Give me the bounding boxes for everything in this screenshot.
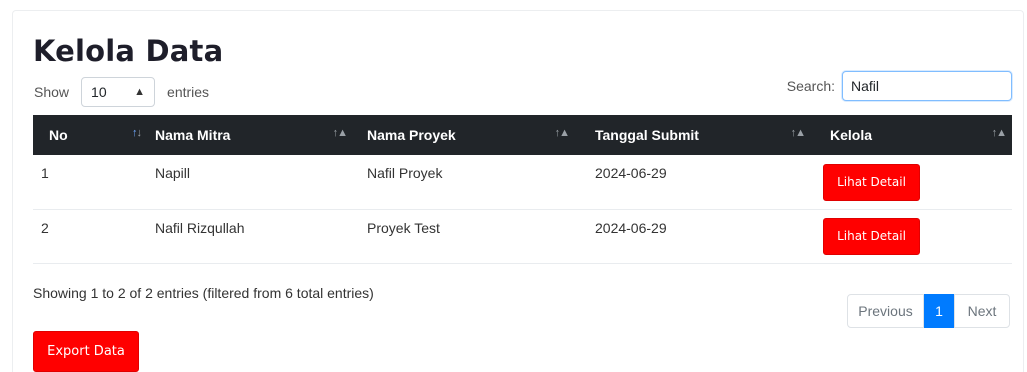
column-label: Tanggal Submit xyxy=(595,127,699,143)
column-header-nama-mitra[interactable]: Nama Mitra ↑▲ xyxy=(147,115,353,155)
entries-select-value: 10 xyxy=(91,84,107,100)
entries-label: entries xyxy=(167,84,210,100)
table-info: Showing 1 to 2 of 2 entries (filtered fr… xyxy=(33,285,374,301)
pagination: Previous 1 Next xyxy=(847,294,1010,328)
cell-nama-mitra: Nafil Rizqullah xyxy=(155,219,245,236)
pagination-next[interactable]: Next xyxy=(954,294,1010,328)
cell-nama-proyek: Proyek Test xyxy=(367,219,440,236)
cell-kelola: Lihat Detail xyxy=(811,209,1012,263)
show-label: Show xyxy=(34,84,70,100)
search-label: Search: xyxy=(786,78,835,94)
data-table: No ↑↓ Nama Mitra ↑▲ Nama Proyek ↑▲ Tangg… xyxy=(33,115,1012,264)
table-header-row: No ↑↓ Nama Mitra ↑▲ Nama Proyek ↑▲ Tangg… xyxy=(33,115,1012,155)
lihat-detail-button[interactable]: Lihat Detail xyxy=(823,217,920,255)
column-label: No xyxy=(49,127,68,143)
column-header-kelola[interactable]: Kelola ↑▲ xyxy=(811,115,1012,155)
export-data-button[interactable]: Export Data xyxy=(33,331,139,372)
page-title: Kelola Data xyxy=(33,34,224,68)
column-label: Kelola xyxy=(830,127,873,143)
column-header-no[interactable]: No ↑↓ xyxy=(33,115,147,155)
length-menu: Show 10 ▲︎ entries xyxy=(34,77,209,107)
column-header-nama-proyek[interactable]: Nama Proyek ↑▲ xyxy=(353,115,575,155)
cell-tanggal: 2024-06-29 xyxy=(595,219,667,236)
cell-kelola: Lihat Detail xyxy=(811,155,1012,209)
column-header-tanggal-submit[interactable]: Tanggal Submit ↑▲ xyxy=(575,115,811,155)
cell-no: 1 xyxy=(41,165,49,181)
lihat-detail-button[interactable]: Lihat Detail xyxy=(823,164,920,201)
sort-icon: ↑▲ xyxy=(332,127,348,139)
column-label: Nama Proyek xyxy=(367,127,456,143)
cell-no: 2 xyxy=(41,219,49,236)
cell-nama-proyek: Nafil Proyek xyxy=(367,165,443,181)
sort-asc-icon: ↑↓ xyxy=(132,127,142,139)
sort-icon: ↑▲ xyxy=(991,127,1007,139)
search-box: Search: xyxy=(787,71,1012,101)
table-row: 1 Napill Nafil Proyek 2024-06-29 Lihat D… xyxy=(33,155,1012,209)
cell-nama-mitra: Napill xyxy=(155,165,191,181)
entries-select[interactable]: 10 ▲︎ xyxy=(81,77,156,107)
table-row: 2 Nafil Rizqullah Proyek Test 2024-06-29… xyxy=(33,209,1012,263)
sort-icon: ↑▲ xyxy=(790,127,806,139)
sort-icon: ↑▲ xyxy=(554,127,570,139)
pagination-previous[interactable]: Previous xyxy=(847,294,924,328)
column-label: Nama Mitra xyxy=(155,127,231,143)
search-input[interactable] xyxy=(842,71,1012,101)
pagination-page-1[interactable]: 1 xyxy=(924,294,954,328)
cell-tanggal: 2024-06-29 xyxy=(595,165,667,181)
select-arrows-icon: ▲︎ xyxy=(134,86,146,98)
